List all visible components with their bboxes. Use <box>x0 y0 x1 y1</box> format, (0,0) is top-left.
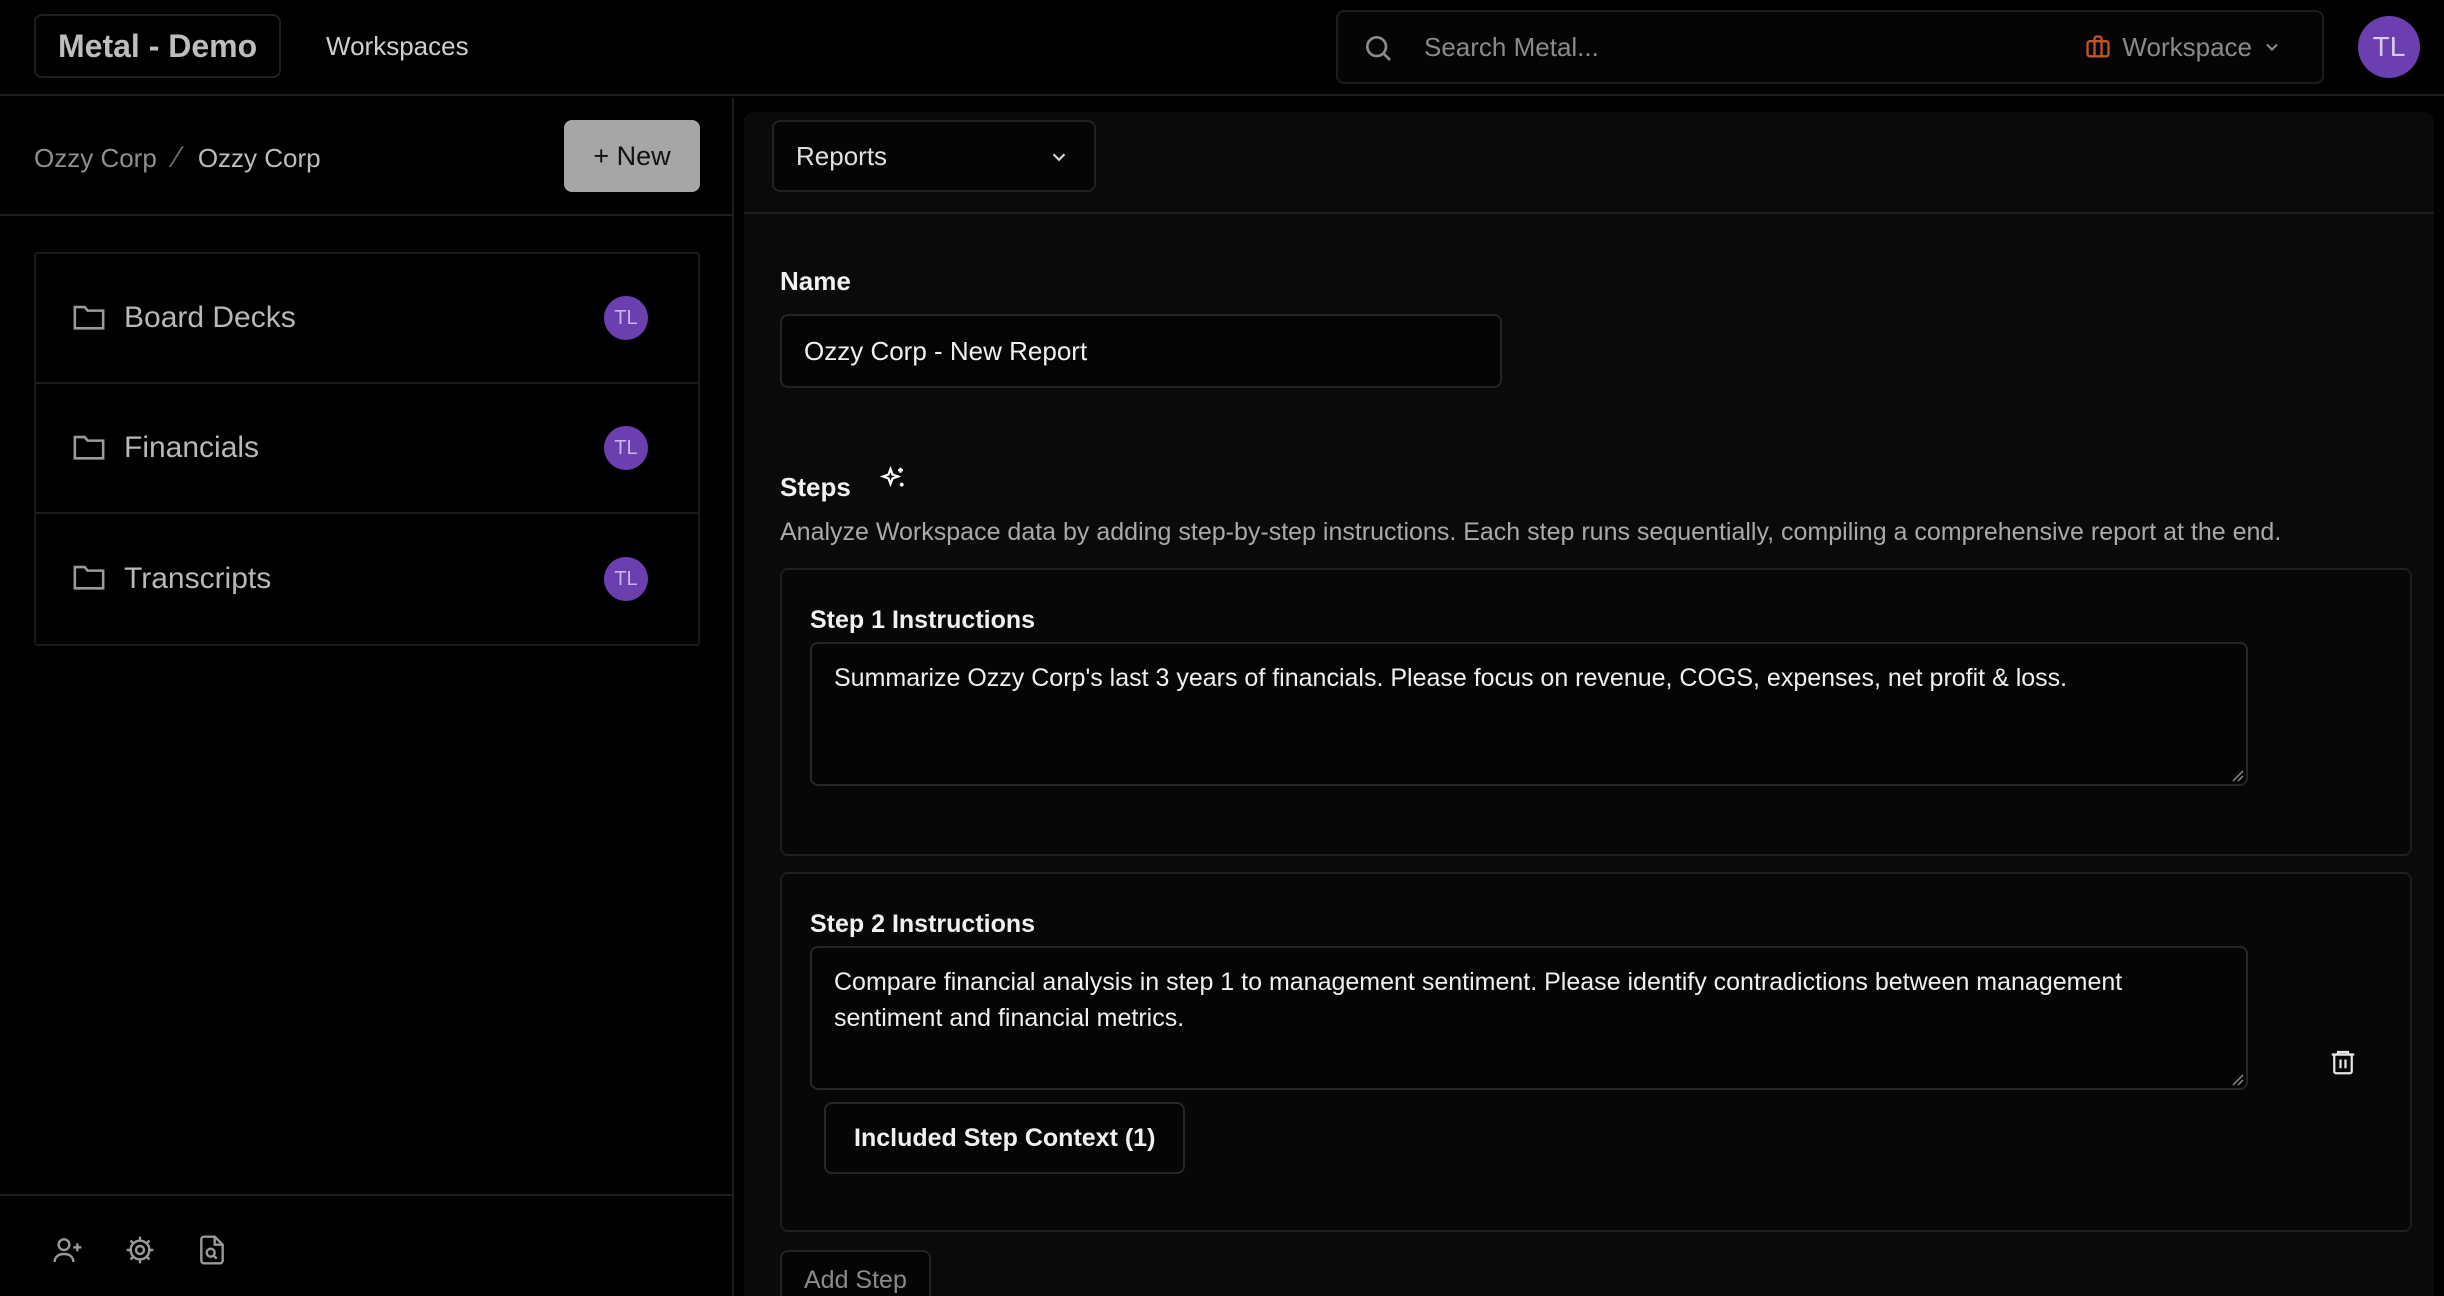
folder-item-board-decks[interactable]: Board Decks TL <box>36 254 698 384</box>
report-name-input[interactable]: Ozzy Corp - New Report <box>780 314 1502 388</box>
sparkle-icon[interactable] <box>878 464 908 494</box>
step-title: Step 2 Instructions <box>810 910 1036 938</box>
owner-avatar: TL <box>604 557 648 601</box>
steps-label: Steps <box>780 472 851 502</box>
folder-icon <box>73 305 105 330</box>
chevron-down-icon <box>1052 153 1066 162</box>
chevron-down-icon <box>2266 43 2278 51</box>
document-search-icon[interactable] <box>196 1234 228 1266</box>
folder-label: Financials <box>124 431 260 464</box>
main-panel: Reports Name Ozzy Corp - New Report Step… <box>744 112 2434 1296</box>
resize-handle-icon[interactable] <box>2230 1072 2244 1086</box>
report-type-select[interactable]: Reports <box>772 120 1096 192</box>
app-root: Metal - Demo Workspaces Search Metal... … <box>0 0 2444 1296</box>
report-type-value: Reports <box>796 140 888 171</box>
step-instructions-textarea[interactable]: Compare financial analysis in step 1 to … <box>810 946 2248 1090</box>
add-step-button[interactable]: Add Step <box>780 1250 931 1296</box>
sidebar-bottom-divider <box>0 1194 732 1196</box>
folder-item-financials[interactable]: Financials TL <box>36 384 698 514</box>
top-bar: Metal - Demo Workspaces Search Metal... … <box>0 0 2444 96</box>
user-avatar[interactable]: TL <box>2358 16 2420 78</box>
trash-icon[interactable] <box>2328 1046 2358 1078</box>
step-card-1: Step 1 Instructions Summarize Ozzy Corp'… <box>780 568 2412 856</box>
folder-list: Board Decks TL Financials TL Transcripts… <box>34 252 700 646</box>
breadcrumb-item-workspace[interactable]: Ozzy Corp <box>198 143 321 174</box>
breadcrumb-item-org[interactable]: Ozzy Corp <box>34 143 157 174</box>
search-input[interactable]: Search Metal... <box>1424 12 1599 82</box>
workspace-label: Workspace <box>2122 31 2252 62</box>
main-divider <box>744 212 2434 214</box>
folder-icon <box>73 435 105 460</box>
included-step-context-button[interactable]: Included Step Context (1) <box>824 1102 1186 1174</box>
sidebar-divider <box>0 214 732 216</box>
folder-icon <box>73 565 105 590</box>
owner-avatar: TL <box>604 296 648 340</box>
steps-description: Analyze Workspace data by adding step-by… <box>780 518 2282 546</box>
sidebar-footer <box>52 1234 228 1266</box>
brand-button[interactable]: Metal - Demo <box>34 14 282 78</box>
breadcrumb: Ozzy Corp ∕ Ozzy Corp <box>34 138 321 178</box>
folder-item-transcripts[interactable]: Transcripts TL <box>36 514 698 644</box>
step-card-2: Step 2 Instructions Compare financial an… <box>780 872 2412 1232</box>
step-instructions-textarea[interactable]: Summarize Ozzy Corp's last 3 years of fi… <box>810 642 2248 786</box>
step-instructions-text: Summarize Ozzy Corp's last 3 years of fi… <box>834 664 2068 692</box>
breadcrumb-separator: ∕ <box>174 141 180 174</box>
sidebar: Ozzy Corp ∕ Ozzy Corp + New Board Decks … <box>0 98 734 1296</box>
search-icon <box>1366 36 1391 61</box>
search-bar[interactable]: Search Metal... Workspace <box>1336 10 2324 84</box>
step-instructions-text: Compare financial analysis in step 1 to … <box>834 968 2123 1032</box>
add-user-icon[interactable] <box>52 1234 84 1266</box>
step-title: Step 1 Instructions <box>810 606 1036 634</box>
workspace-dropdown[interactable]: Workspace <box>2084 12 2282 82</box>
folder-label: Board Decks <box>124 301 296 334</box>
briefcase-icon <box>2086 35 2111 58</box>
folder-label: Transcripts <box>124 562 272 595</box>
settings-icon[interactable] <box>124 1234 156 1266</box>
resize-handle-icon[interactable] <box>2230 768 2244 782</box>
name-label: Name <box>780 266 851 296</box>
nav-workspaces-link[interactable]: Workspaces <box>326 26 469 66</box>
new-button[interactable]: + New <box>564 120 700 192</box>
owner-avatar: TL <box>604 426 648 470</box>
